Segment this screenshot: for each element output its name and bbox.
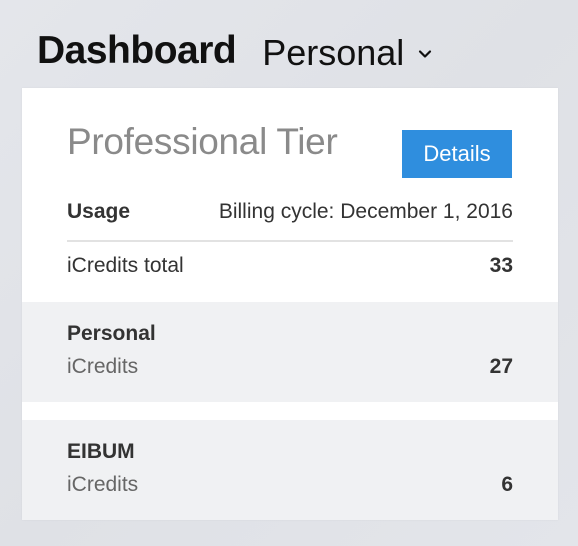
account-icredits-value: 6 — [501, 473, 513, 496]
divider — [67, 240, 513, 242]
account-icredits-label: iCredits — [67, 473, 139, 496]
account-row-eibum: EIBUM iCredits 6 — [22, 420, 558, 520]
chevron-down-icon — [419, 50, 432, 58]
account-row-personal: Personal iCredits 27 — [22, 302, 558, 402]
account-icredits-label: iCredits — [67, 355, 139, 378]
usage-row: Usage Billing cycle: December 1, 2016 — [67, 200, 513, 224]
icredits-total-value: 33 — [489, 254, 513, 277]
icredits-total-label: iCredits total — [67, 254, 184, 277]
workspace-selector-label: Personal — [262, 32, 405, 73]
account-icredits-value: 27 — [489, 355, 513, 378]
details-button[interactable]: Details — [402, 130, 512, 178]
account-name: EIBUM — [67, 440, 135, 463]
workspace-selector[interactable]: Personal — [262, 32, 432, 74]
account-name: Personal — [67, 322, 156, 345]
page-header: Dashboard Personal — [37, 26, 432, 76]
page-title: Dashboard — [37, 29, 237, 72]
icredits-total-row: iCredits total 33 — [67, 254, 513, 278]
subscription-card: Professional Tier Details Usage Billing … — [22, 88, 558, 520]
billing-cycle: Billing cycle: December 1, 2016 — [218, 200, 513, 223]
usage-label: Usage — [67, 200, 131, 223]
tier-title: Professional Tier — [67, 121, 338, 162]
